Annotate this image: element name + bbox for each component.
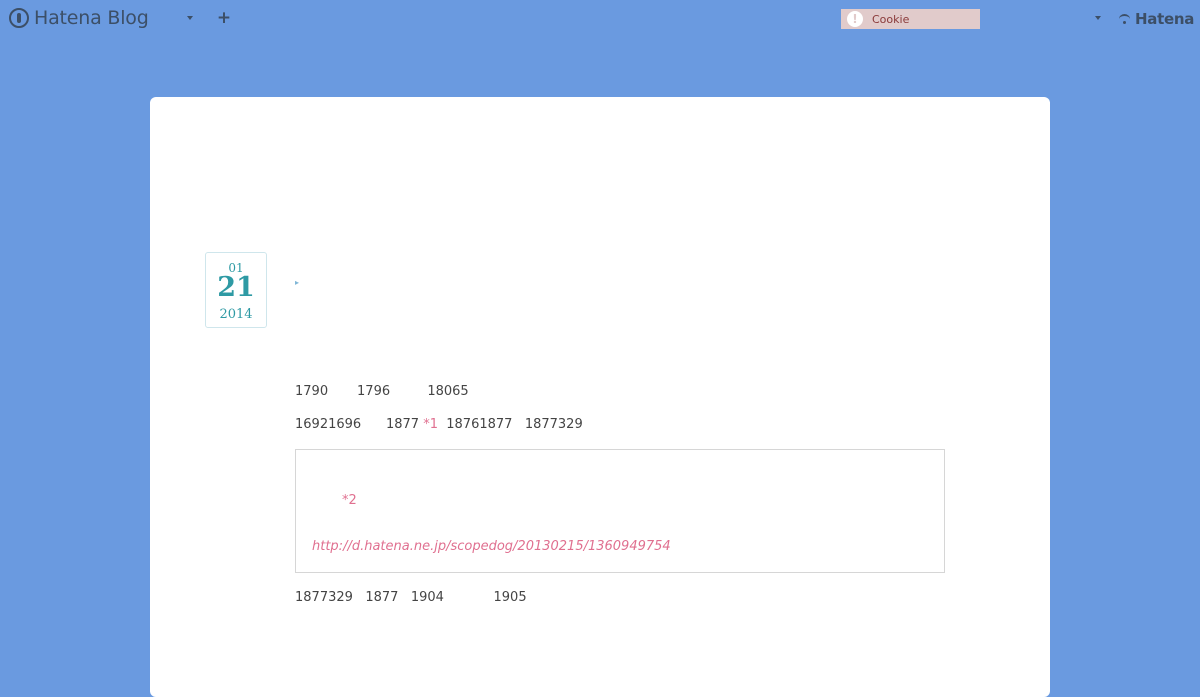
- entry-title-marker-icon[interactable]: ▸: [295, 279, 303, 287]
- hatena-mark-icon: [1118, 13, 1132, 25]
- hatena-logo[interactable]: Hatena: [1118, 9, 1194, 29]
- footnote-link[interactable]: *2: [342, 493, 357, 509]
- text-fragment: 1790: [295, 384, 329, 399]
- hatena-logo-label: Hatena: [1135, 10, 1195, 28]
- brand-name: Hatena Blog: [34, 7, 149, 29]
- entry-date[interactable]: 01 21 2014: [205, 252, 267, 328]
- text-fragment: 16921696: [295, 417, 362, 432]
- new-entry-plus-icon[interactable]: +: [215, 9, 233, 27]
- entry-card: 01 21 2014 ▸ 1790 1796 18065 16921696 18…: [150, 97, 1050, 697]
- blog-menu-chevron-down-icon[interactable]: [184, 12, 196, 24]
- blockquote: *2 http://d.hatena.ne.jp/scopedog/201302…: [295, 449, 945, 573]
- entry-paragraph: 16921696 1877 *1 18761877 1877329: [295, 417, 583, 433]
- user-menu-chevron-down-icon[interactable]: [1092, 12, 1104, 24]
- text-fragment: 18761877: [446, 417, 513, 432]
- global-header: Hatena Blog + ! Cookie Hatena: [0, 0, 1200, 36]
- hatena-blog-logo[interactable]: Hatena Blog: [9, 5, 149, 31]
- cookie-notice-label: Cookie: [872, 12, 910, 26]
- text-fragment: 1877329: [524, 417, 583, 432]
- quote-source-link[interactable]: http://d.hatena.ne.jp/scopedog/20130215/…: [312, 539, 671, 555]
- entry-paragraph: 1877329 1877 1904 1905: [295, 590, 527, 606]
- entry-paragraph: 1790 1796 18065: [295, 384, 469, 400]
- entry-date-day: 21: [217, 272, 255, 303]
- footnote-link[interactable]: *1: [423, 417, 438, 432]
- text-fragment: 1877329: [295, 590, 353, 605]
- text-fragment: 1904: [410, 590, 444, 605]
- text-fragment: 1877: [365, 590, 399, 605]
- text-fragment: 1877: [385, 417, 420, 432]
- entry-date-year: 2014: [219, 307, 253, 322]
- text-fragment: 1905: [493, 590, 527, 605]
- text-fragment: 18065: [427, 384, 469, 399]
- hatena-blog-icon: [9, 8, 29, 28]
- text-fragment: 1796: [357, 384, 391, 399]
- cookie-notice[interactable]: ! Cookie: [841, 9, 980, 29]
- alert-icon: !: [847, 11, 863, 27]
